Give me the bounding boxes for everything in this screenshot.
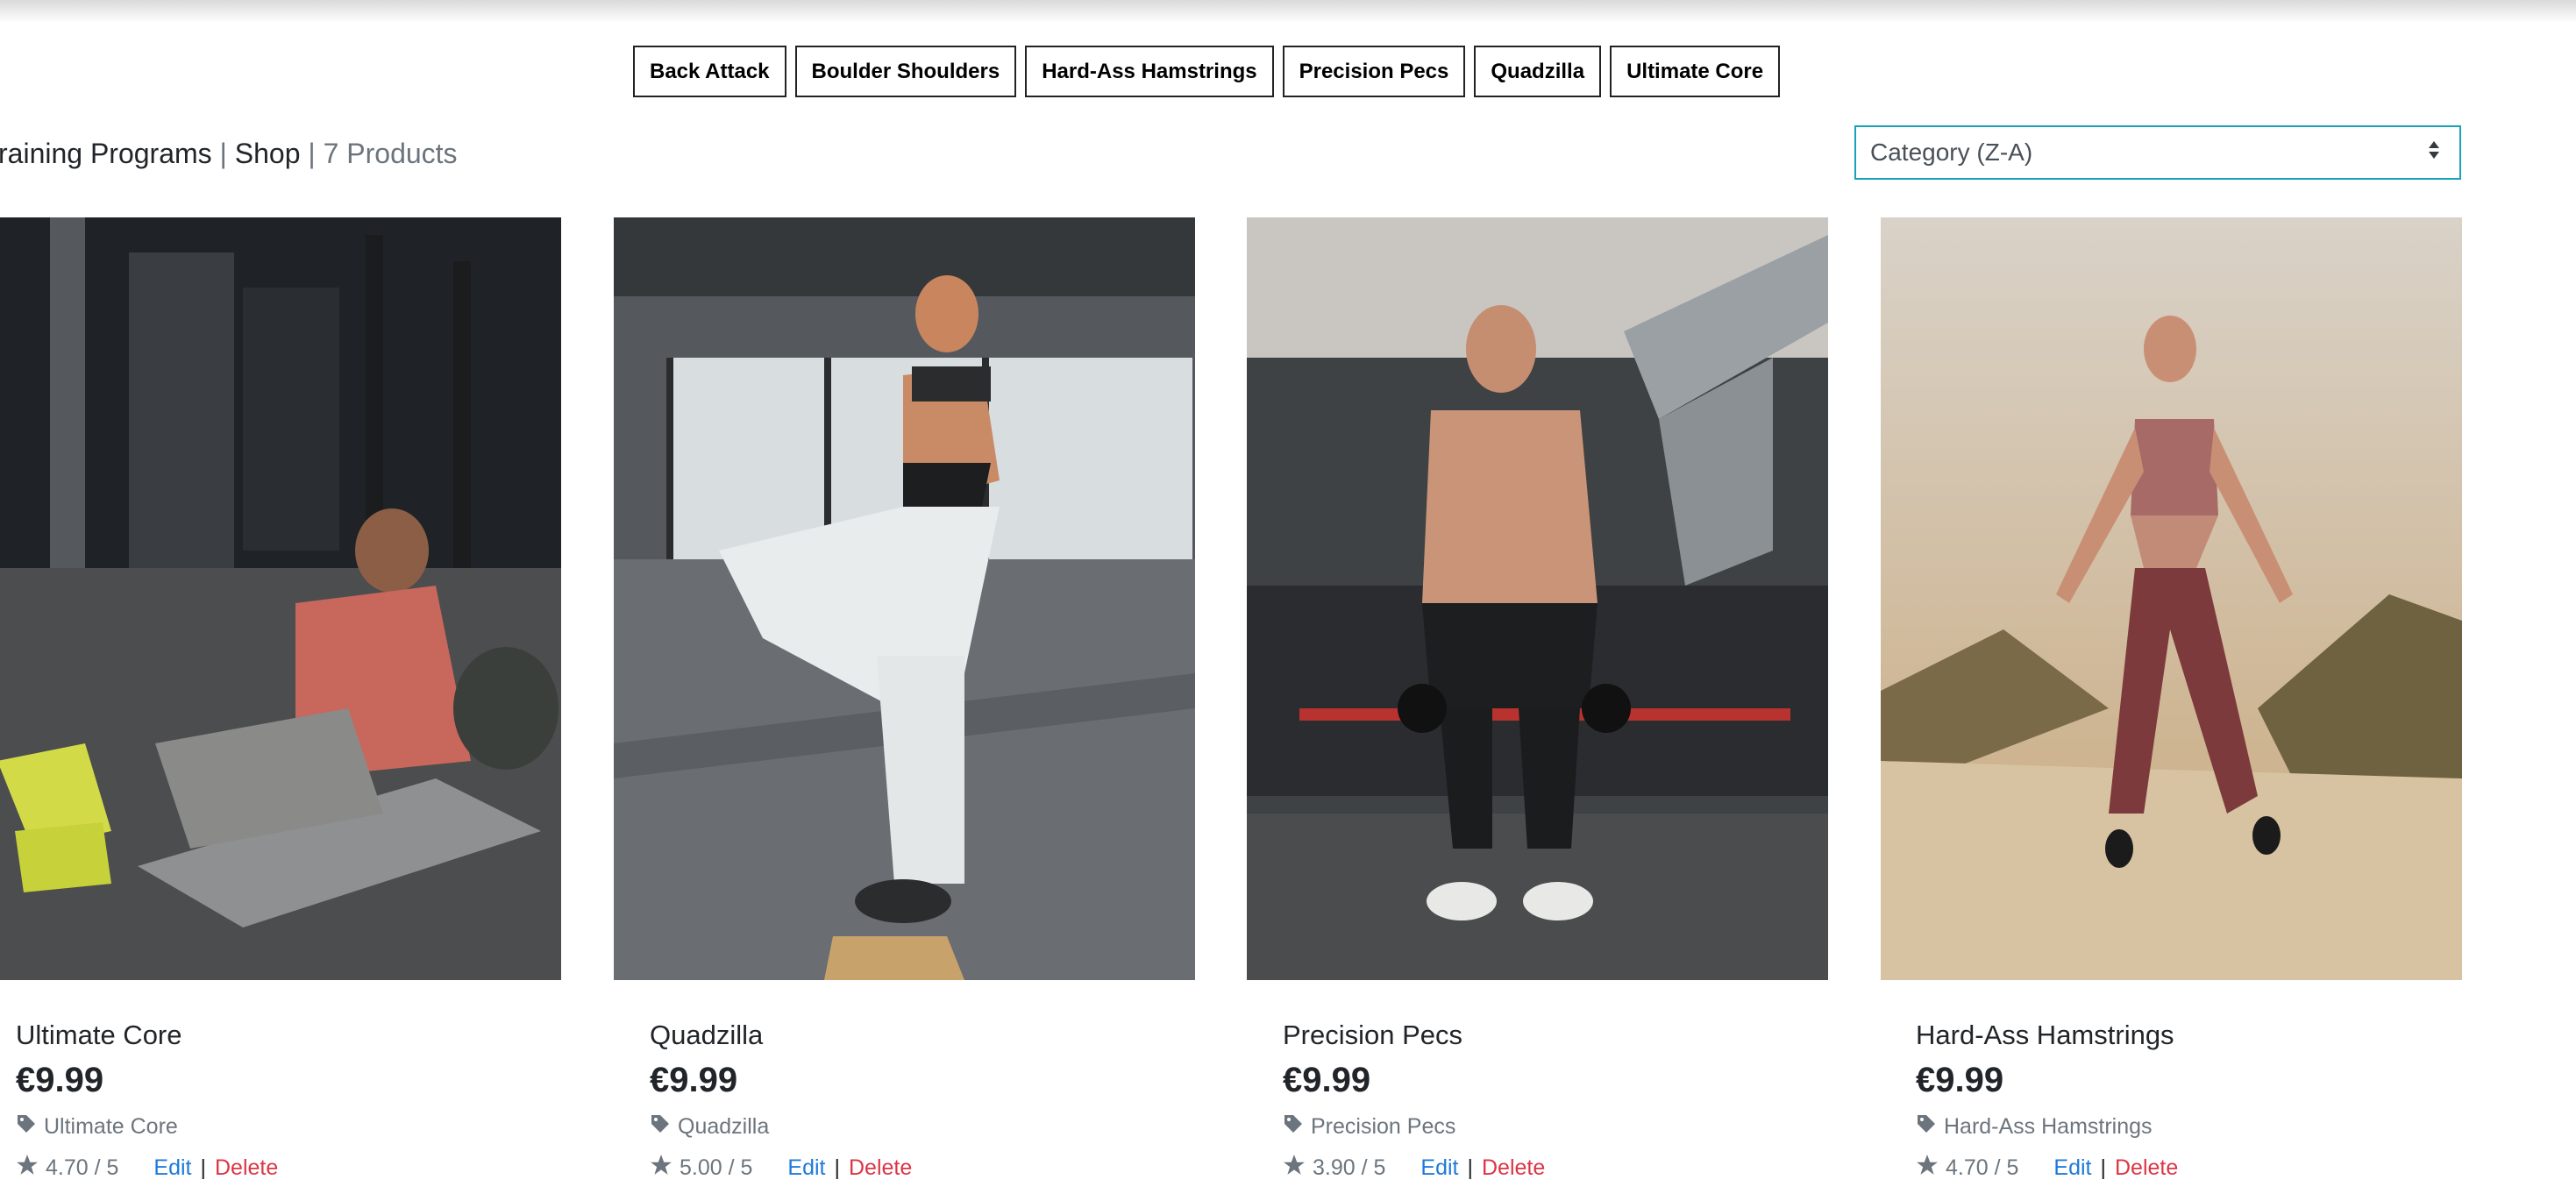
product-image-ultimate-core[interactable] (0, 217, 561, 980)
product-name[interactable]: Precision Pecs (1283, 1020, 1462, 1051)
product-price: €9.99 (1283, 1061, 1371, 1099)
tag-icon (1916, 1113, 1937, 1141)
product-rating: 5.00 / 5 (680, 1155, 753, 1180)
delete-link[interactable]: Delete (849, 1155, 912, 1181)
product-meta: 4.70 / 5 Edit | Delete (16, 1154, 278, 1183)
product-image-quadzilla[interactable] (614, 217, 1195, 980)
product-name[interactable]: Ultimate Core (16, 1020, 182, 1051)
edit-link[interactable]: Edit (787, 1155, 825, 1181)
category-button-boulder-shoulders[interactable]: Boulder Shoulders (794, 46, 1017, 97)
product-image-precision-pecs[interactable] (1247, 217, 1828, 980)
breadcrumb-shop[interactable]: Shop (235, 138, 301, 169)
product-card: Hard-Ass Hamstrings €9.99 Hard-Ass Hamst… (1881, 217, 2462, 1180)
product-category: Precision Pecs (1283, 1113, 1455, 1141)
product-category-label[interactable]: Quadzilla (678, 1114, 769, 1140)
product-card: Quadzilla €9.99 Quadzilla 5.00 / 5 Edit … (614, 217, 1195, 1180)
category-button-precision-pecs[interactable]: Precision Pecs (1282, 46, 1466, 97)
category-button-hard-ass-hamstrings[interactable]: Hard-Ass Hamstrings (1025, 46, 1274, 97)
star-icon (650, 1154, 672, 1183)
action-separator: | (1467, 1155, 1474, 1180)
product-count: 7 Products (323, 138, 458, 169)
product-name[interactable]: Hard-Ass Hamstrings (1916, 1020, 2174, 1051)
product-category-label[interactable]: Hard-Ass Hamstrings (1944, 1114, 2153, 1140)
category-button-quadzilla[interactable]: Quadzilla (1474, 46, 1602, 97)
product-rating: 4.70 / 5 (46, 1155, 119, 1180)
tag-icon (16, 1113, 37, 1141)
delete-link[interactable]: Delete (1482, 1155, 1545, 1181)
category-button-ultimate-core[interactable]: Ultimate Core (1610, 46, 1781, 97)
product-category: Hard-Ass Hamstrings (1916, 1113, 2153, 1141)
star-icon (1916, 1154, 1939, 1183)
product-rating: 3.90 / 5 (1313, 1155, 1386, 1180)
star-icon (16, 1154, 39, 1183)
tag-icon (650, 1113, 671, 1141)
product-rating: 4.70 / 5 (1946, 1155, 2019, 1180)
product-price: €9.99 (16, 1061, 104, 1099)
category-nav: Back Attack Boulder Shoulders Hard-Ass H… (633, 46, 1781, 97)
product-name[interactable]: Quadzilla (650, 1020, 763, 1051)
breadcrumb-separator: | (219, 138, 227, 169)
select-arrows-icon (2428, 139, 2440, 167)
breadcrumb-separator: | (308, 138, 316, 169)
product-category: Quadzilla (650, 1113, 769, 1141)
action-separator: | (834, 1155, 841, 1180)
category-button-back-attack[interactable]: Back Attack (633, 46, 786, 97)
edit-link[interactable]: Edit (1420, 1155, 1458, 1181)
product-image-hard-ass-hamstrings[interactable] (1881, 217, 2462, 980)
product-price: €9.99 (650, 1061, 738, 1099)
product-meta: 3.90 / 5 Edit | Delete (1283, 1154, 1545, 1183)
breadcrumb: raining Programs | Shop | 7 Products (0, 134, 458, 173)
delete-link[interactable]: Delete (215, 1155, 278, 1181)
delete-link[interactable]: Delete (2115, 1155, 2178, 1181)
product-card: Precision Pecs €9.99 Precision Pecs 3.90… (1247, 217, 1828, 1180)
star-icon (1283, 1154, 1306, 1183)
tag-icon (1283, 1113, 1304, 1141)
breadcrumb-training-programs[interactable]: raining Programs (0, 138, 212, 169)
product-meta: 4.70 / 5 Edit | Delete (1916, 1154, 2178, 1183)
sort-select[interactable]: Category (Z-A) (1854, 125, 2461, 180)
product-category-label[interactable]: Precision Pecs (1311, 1114, 1455, 1140)
edit-link[interactable]: Edit (2053, 1155, 2091, 1181)
product-category-label[interactable]: Ultimate Core (44, 1114, 178, 1140)
action-separator: | (200, 1155, 207, 1180)
product-category: Ultimate Core (16, 1113, 178, 1141)
product-price: €9.99 (1916, 1061, 2004, 1099)
product-meta: 5.00 / 5 Edit | Delete (650, 1154, 912, 1183)
top-shadow (0, 0, 2576, 23)
edit-link[interactable]: Edit (153, 1155, 191, 1181)
action-separator: | (2100, 1155, 2107, 1180)
sort-selected-value: Category (Z-A) (1870, 139, 2033, 166)
product-card: Ultimate Core €9.99 Ultimate Core 4.70 /… (0, 217, 561, 1180)
